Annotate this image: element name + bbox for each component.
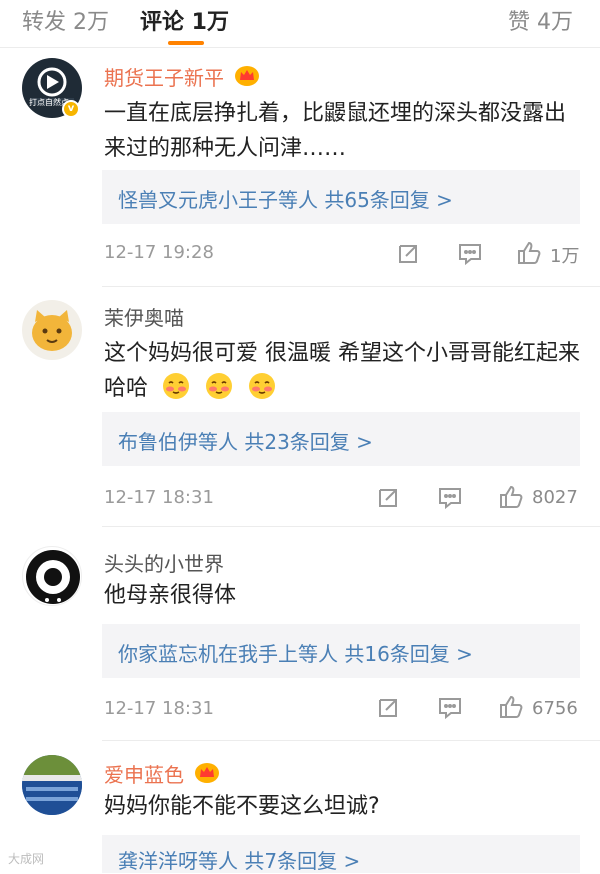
- like-icon[interactable]: [498, 484, 524, 514]
- like-count: 1万: [550, 246, 580, 267]
- tab-repost[interactable]: 转发 2万: [22, 4, 109, 36]
- comment-icon[interactable]: [457, 242, 483, 270]
- tab-comments[interactable]: 评论 1万: [140, 4, 229, 36]
- reply-summary[interactable]: 龚洋洋呀等人 共7条回复 >: [102, 835, 580, 873]
- cat-face-icon: [32, 310, 72, 351]
- comment-text: 妈妈你能不能不要这么坦诚?: [104, 794, 380, 819]
- divider: [102, 286, 600, 287]
- reply-summary[interactable]: 怪兽叉元虎小王子等人 共65条回复 >: [102, 170, 580, 224]
- comment-icon[interactable]: [437, 486, 463, 514]
- tab-likes[interactable]: 赞 4万: [508, 4, 573, 36]
- active-tab-indicator: [168, 41, 204, 45]
- stadium-photo-icon: [22, 755, 82, 815]
- comment-icon[interactable]: [437, 696, 463, 724]
- like-icon[interactable]: [498, 694, 524, 724]
- crown-icon: [194, 762, 220, 789]
- like-count: 8027: [532, 487, 578, 508]
- reply-summary[interactable]: 你家蓝忘机在我手上等人 共16条回复 >: [102, 624, 580, 678]
- verified-badge-icon: v: [62, 100, 80, 118]
- comment-text: 一直在底层挣扎着，比鼹鼠还埋的深头都没露出来过的那种无人问津……: [104, 101, 567, 161]
- divider: [102, 740, 600, 741]
- comment-item: 头头的小世界 他母亲很得体 你家蓝忘机在我手上等人 共16条回复 > 12-17…: [0, 528, 600, 743]
- comment-item: 爱申蓝色 妈妈你能不能不要这么坦诚? 龚洋洋呀等人 共7条回复 >: [0, 743, 600, 873]
- like-icon[interactable]: [516, 240, 542, 270]
- divider: [102, 526, 600, 527]
- username-text: 期货王子新平: [104, 66, 224, 90]
- blush-emoji-icon: [247, 371, 277, 401]
- watermark: 大成网: [8, 852, 45, 866]
- share-icon[interactable]: [396, 242, 420, 270]
- username-text: 爱申蓝色: [104, 763, 184, 787]
- comment-time: 12-17 18:31: [104, 698, 214, 719]
- reply-summary[interactable]: 布鲁伯伊等人 共23条回复 >: [102, 412, 580, 466]
- comment-text: 他母亲很得体: [104, 583, 237, 608]
- comment-username[interactable]: 头头的小世界: [104, 548, 224, 577]
- comment-time: 12-17 18:31: [104, 487, 214, 508]
- avatar[interactable]: [22, 755, 82, 815]
- eye-icon: [26, 550, 80, 604]
- comment-item: 茉伊奥喵 这个妈妈很可爱 很温暖 希望这个小哥哥能红起来 哈哈 布鲁伯伊等人 共…: [0, 288, 600, 528]
- crown-icon: [234, 65, 260, 92]
- comment-item: 打点自然点 v 期货王子新平 一直在底层挣扎着，比鼹鼠还埋的深头都没露出来过的那…: [0, 52, 600, 288]
- comment-tabs: 转发 2万 评论 1万 赞 4万: [0, 0, 600, 48]
- comment-time: 12-17 19:28: [104, 242, 214, 263]
- comment-text: 这个妈妈很可爱 很温暖 希望这个小哥哥能红起来 哈哈: [104, 336, 584, 406]
- comment-username[interactable]: 期货王子新平: [104, 62, 260, 92]
- avatar[interactable]: [22, 300, 82, 360]
- blush-emoji-icon: [161, 371, 191, 401]
- share-icon[interactable]: [376, 696, 400, 724]
- comment-username[interactable]: 茉伊奥喵: [104, 302, 184, 331]
- comment-username[interactable]: 爱申蓝色: [104, 759, 220, 789]
- blush-emoji-icon: [204, 371, 234, 401]
- avatar[interactable]: [22, 546, 82, 606]
- like-count: 6756: [532, 698, 578, 719]
- share-icon[interactable]: [376, 486, 400, 514]
